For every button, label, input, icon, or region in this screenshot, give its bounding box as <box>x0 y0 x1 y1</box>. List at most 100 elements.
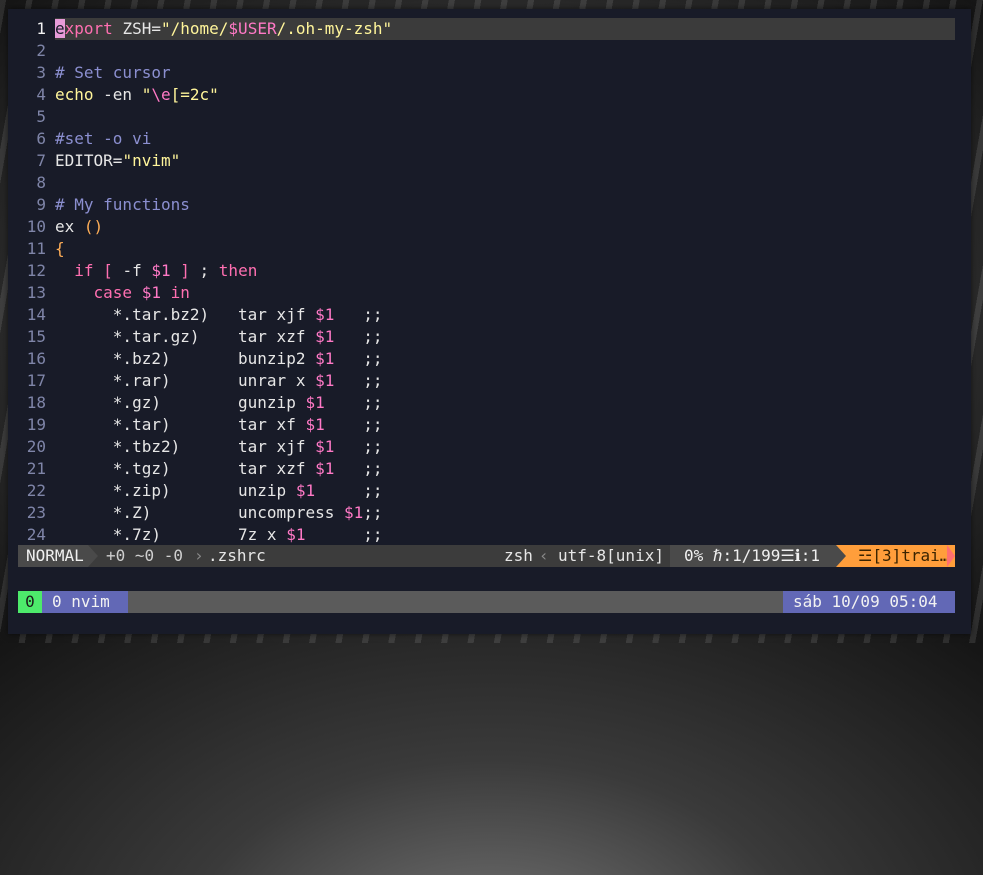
code-token: ; <box>189 261 219 280</box>
line-code[interactable]: EDITOR="nvim" <box>55 150 955 172</box>
editor-line[interactable]: 11 { <box>8 238 971 260</box>
line-number: 23 <box>26 503 46 522</box>
editor-line[interactable]: 13 case $1 in <box>8 282 971 304</box>
line-code[interactable]: if [ -f $1 ] ; then <box>55 260 955 282</box>
code-token: EDITOR= <box>55 151 123 170</box>
line-code[interactable] <box>55 40 955 62</box>
code-token: "nvim" <box>122 151 181 170</box>
editor-line[interactable]: 19 *.tar) tar xf $1 ;; <box>8 414 971 436</box>
line-code[interactable]: #set -o vi <box>55 128 955 150</box>
trailing-whitespace-warning[interactable]: ☲[3]trai… <box>836 545 955 567</box>
line-number: 1 <box>36 19 46 38</box>
line-code[interactable]: *.zip) unzip $1 ;; <box>55 480 955 502</box>
editor-line[interactable]: 6 #set -o vi <box>8 128 971 150</box>
code-token: $1 <box>305 393 325 412</box>
code-token: $1 <box>315 305 335 324</box>
filename: .zshrc <box>208 546 266 565</box>
editor-line[interactable]: 18 *.gz) gunzip $1 ;; <box>8 392 971 414</box>
editor-line[interactable]: 5 <box>8 106 971 128</box>
editor-line[interactable]: 20 *.tbz2) tar xjf $1 ;; <box>8 436 971 458</box>
editor-line[interactable]: 23 *.Z) uncompress $1;; <box>8 502 971 524</box>
code-token: $1 <box>151 261 171 280</box>
editor-line[interactable]: 17 *.rar) unrar x $1 ;; <box>8 370 971 392</box>
line-number: 6 <box>36 129 46 148</box>
line-number: 3 <box>36 63 46 82</box>
editor-line[interactable]: 1 export ZSH="/home/$USER/.oh-my-zsh" <box>8 18 971 40</box>
line-code[interactable]: echo -en "\e[=2c" <box>55 84 955 106</box>
editor-line[interactable]: 3 # Set cursor <box>8 62 971 84</box>
line-code[interactable] <box>55 106 955 128</box>
line-code[interactable]: { <box>55 238 955 260</box>
line-code[interactable]: ex () <box>55 216 955 238</box>
editor-line[interactable]: 22 *.zip) unzip $1 ;; <box>8 480 971 502</box>
filetype: zsh <box>504 546 533 565</box>
code-token: ;; <box>334 305 383 324</box>
line-code[interactable]: *.gz) gunzip $1 ;; <box>55 392 955 414</box>
editor-line[interactable]: 7 EDITOR="nvim" <box>8 150 971 172</box>
mode-indicator: NORMAL <box>18 545 88 567</box>
line-code[interactable] <box>55 172 955 194</box>
line-number: 2 <box>36 41 46 60</box>
code-token: *.tar.gz) tar xzf <box>55 327 316 346</box>
code-token: # Set cursor <box>55 63 171 82</box>
editor-line[interactable]: 14 *.tar.bz2) tar xjf $1 ;; <box>8 304 971 326</box>
code-token: echo <box>55 85 94 104</box>
editor-buffer[interactable]: 1 export ZSH="/home/$USER/.oh-my-zsh" 2 3 # … <box>8 18 971 546</box>
line-code[interactable]: *.bz2) bunzip2 $1 ;; <box>55 348 955 370</box>
code-token: -en <box>93 85 142 104</box>
code-token: ] <box>180 261 190 280</box>
line-code[interactable]: case $1 in <box>55 282 955 304</box>
code-token: $1 <box>315 437 335 456</box>
line-number: 8 <box>36 173 46 192</box>
cursor-position: 0% ℏ:1/199☰ℹ:1 <box>684 546 821 565</box>
line-number: 19 <box>26 415 46 434</box>
separator-icon: › <box>194 546 204 565</box>
editor-line[interactable]: 2 <box>8 40 971 62</box>
code-token: *.Z) uncompress <box>55 503 344 522</box>
line-code[interactable]: *.tar) tar xf $1 ;; <box>55 414 955 436</box>
tmux-session-index[interactable]: 0 <box>18 591 42 613</box>
code-token: ex <box>55 217 84 236</box>
line-number: 21 <box>26 459 46 478</box>
editor-line[interactable]: 21 *.tgz) tar xzf $1 ;; <box>8 458 971 480</box>
code-token: " <box>141 85 152 104</box>
line-code[interactable]: # Set cursor <box>55 62 955 84</box>
line-number: 15 <box>26 327 46 346</box>
code-token: [ <box>103 261 113 280</box>
editor-line[interactable]: 15 *.tar.gz) tar xzf $1 ;; <box>8 326 971 348</box>
line-code[interactable]: *.tar.gz) tar xzf $1 ;; <box>55 326 955 348</box>
vim-statusline: NORMAL +0 ~0 -0 › .zshrc zsh ‹ utf-8[uni… <box>18 545 955 567</box>
terminal-window[interactable]: 1 export ZSH="/home/$USER/.oh-my-zsh" 2 3 # … <box>8 9 971 634</box>
line-number: 4 <box>36 85 46 104</box>
line-code[interactable]: *.rar) unrar x $1 ;; <box>55 370 955 392</box>
tmux-window-tab[interactable]: 0 nvim <box>42 591 128 613</box>
line-code[interactable]: *.Z) uncompress $1;; <box>55 502 955 524</box>
line-code[interactable]: *.tbz2) tar xjf $1 ;; <box>55 436 955 458</box>
editor-line[interactable]: 10 ex () <box>8 216 971 238</box>
code-token: *.zip) unzip <box>55 481 296 500</box>
code-token: ZSH= <box>112 19 161 38</box>
tmux-status-bar: 0 0 nvim sáb 10/09 05:04 <box>18 591 955 613</box>
code-token: *.gz) gunzip <box>55 393 306 412</box>
code-token: *.tar.bz2) tar xjf <box>55 305 316 324</box>
line-code[interactable]: *.tar.bz2) tar xjf $1 ;; <box>55 304 955 326</box>
editor-line[interactable]: 4 echo -en "\e[=2c" <box>8 84 971 106</box>
code-token: ;; <box>334 349 383 368</box>
editor-line[interactable]: 12 if [ -f $1 ] ; then <box>8 260 971 282</box>
line-number: 20 <box>26 437 46 456</box>
line-code[interactable]: # My functions <box>55 194 955 216</box>
line-code[interactable]: *.tgz) tar xzf $1 ;; <box>55 458 955 480</box>
editor-line[interactable]: 16 *.bz2) bunzip2 $1 ;; <box>8 348 971 370</box>
code-token: -f <box>112 261 152 280</box>
line-number: 13 <box>26 283 46 302</box>
editor-line[interactable]: 8 <box>8 172 971 194</box>
line-code[interactable]: export ZSH="/home/$USER/.oh-my-zsh" <box>55 18 955 40</box>
code-token: $1 <box>315 371 335 390</box>
editor-line[interactable]: 24 *.7z) 7z x $1 ;; <box>8 524 971 546</box>
line-code[interactable]: *.7z) 7z x $1 ;; <box>55 524 955 546</box>
editor-line[interactable]: 9 # My functions <box>8 194 971 216</box>
